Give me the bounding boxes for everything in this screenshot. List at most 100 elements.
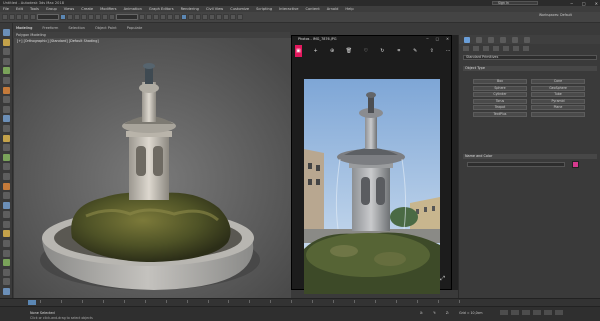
crop-icon[interactable]: ⌗ — [396, 47, 401, 55]
object-type-header[interactable]: Object Type — [463, 66, 597, 71]
menu-edit[interactable]: Edit — [16, 7, 23, 11]
pivot-icon[interactable] — [139, 14, 145, 20]
object-button-plane[interactable]: Plane — [531, 105, 585, 110]
more-icon[interactable]: ⋯ — [445, 47, 451, 55]
photos-maximize-button[interactable]: □ — [436, 37, 439, 41]
reference-coord-dropdown[interactable] — [116, 14, 138, 20]
menu-views[interactable]: Views — [64, 7, 74, 11]
object-button-teapot[interactable]: Teapot — [473, 105, 527, 110]
close-button[interactable]: ✕ — [595, 1, 598, 6]
photos-close-button[interactable]: ✕ — [446, 37, 449, 41]
scene-tool-icon[interactable] — [2, 278, 10, 286]
menu-create[interactable]: Create — [81, 7, 93, 11]
object-button-cone[interactable]: Cone — [531, 79, 585, 84]
placement-icon[interactable] — [109, 14, 115, 20]
object-button-box[interactable]: Box — [473, 79, 527, 84]
object-button-sphere[interactable]: Sphere — [473, 85, 527, 91]
scene-tool-icon[interactable] — [2, 57, 10, 65]
menu-civil-view[interactable]: Civil View — [206, 7, 223, 11]
ribbon-tab-object-paint[interactable]: Object Paint — [95, 26, 117, 30]
workspace-selector[interactable]: Workspaces: Default — [539, 13, 572, 17]
object-button-geosphere[interactable]: GeoSphere — [531, 85, 585, 91]
render-frame-icon[interactable] — [230, 14, 236, 20]
scene-tool-icon[interactable] — [2, 182, 10, 190]
scene-tool-icon[interactable] — [2, 67, 10, 75]
scene-tool-icon[interactable] — [2, 211, 10, 219]
menu-scripting[interactable]: Scripting — [256, 7, 272, 11]
expand-icon[interactable]: ⤢ — [440, 275, 445, 283]
schematic-icon[interactable] — [209, 14, 215, 20]
y-coord[interactable]: Y: — [433, 311, 436, 315]
spinner-snap-icon[interactable] — [167, 14, 173, 20]
link-icon[interactable] — [16, 14, 22, 20]
ribbon-tab-modeling[interactable]: Modeling — [16, 26, 32, 30]
scene-tool-icon[interactable] — [2, 163, 10, 171]
named-sets-icon[interactable] — [174, 14, 180, 20]
object-button-pyramid[interactable]: Pyramid — [531, 98, 585, 104]
set-key-button[interactable] — [511, 310, 519, 315]
favorite-icon[interactable]: ♡ — [363, 47, 368, 55]
bind-icon[interactable] — [30, 14, 36, 20]
scene-tool-icon[interactable] — [2, 240, 10, 248]
scene-tool-icon[interactable] — [2, 134, 10, 142]
scene-tool-icon[interactable] — [2, 288, 10, 296]
delete-icon[interactable]: 🗑 — [346, 47, 352, 55]
scene-tool-icon[interactable] — [2, 249, 10, 257]
scene-tool-icon[interactable] — [2, 230, 10, 238]
percent-snap-icon[interactable] — [160, 14, 166, 20]
time-slider[interactable] — [28, 300, 36, 305]
rect-select-icon[interactable] — [74, 14, 80, 20]
menu-modifiers[interactable]: Modifiers — [100, 7, 116, 11]
helpers-icon[interactable] — [503, 46, 509, 51]
scene-tool-icon[interactable] — [2, 105, 10, 113]
object-button-textplus[interactable]: TextPlus — [473, 111, 527, 117]
scene-tool-icon[interactable] — [2, 144, 10, 152]
layers-icon[interactable] — [195, 14, 201, 20]
menu-group[interactable]: Group — [46, 7, 57, 11]
snap-icon[interactable] — [146, 14, 152, 20]
move-icon[interactable] — [88, 14, 94, 20]
geometry-icon[interactable] — [463, 46, 469, 51]
render-setup-icon[interactable] — [223, 14, 229, 20]
viewport-label[interactable]: [+] [Orthographic] [Standard] [Default S… — [17, 39, 99, 43]
shapes-icon[interactable] — [473, 46, 479, 51]
scene-tool-icon[interactable] — [2, 124, 10, 132]
menu-interactive[interactable]: Interactive — [279, 7, 298, 11]
rotate-icon[interactable] — [95, 14, 101, 20]
zoom-icon[interactable]: ⊕ — [329, 47, 334, 55]
scene-tool-icon[interactable] — [2, 38, 10, 46]
menu-rendering[interactable]: Rendering — [181, 7, 199, 11]
scene-tool-icon[interactable] — [2, 48, 10, 56]
rotate-icon[interactable]: ↻ — [380, 47, 385, 55]
maximize-button[interactable]: □ — [582, 1, 586, 6]
scene-tool-icon[interactable] — [2, 76, 10, 84]
next-frame-button[interactable] — [544, 310, 552, 315]
scene-tool-icon[interactable] — [2, 259, 10, 267]
ribbon-tab-selection[interactable]: Selection — [68, 26, 85, 30]
menu-tools[interactable]: Tools — [30, 7, 39, 11]
motion-tab-icon[interactable] — [500, 36, 506, 43]
object-name-field[interactable] — [467, 162, 565, 167]
curve-editor-icon[interactable] — [202, 14, 208, 20]
menu-file[interactable]: File — [3, 7, 9, 11]
gallery-icon[interactable]: ▣ — [295, 45, 302, 57]
space-warps-icon[interactable] — [513, 46, 519, 51]
menu-customize[interactable]: Customize — [230, 7, 249, 11]
scene-tool-icon[interactable] — [2, 153, 10, 161]
viewport[interactable]: [+] [Orthographic] [Standard] [Default S… — [14, 38, 291, 298]
create-tab-icon[interactable] — [464, 36, 470, 43]
z-coord[interactable]: Z: — [446, 311, 449, 315]
menu-content[interactable]: Content — [305, 7, 319, 11]
window-crossing-icon[interactable] — [81, 14, 87, 20]
sign-in-field[interactable]: Sign In — [492, 1, 538, 5]
modify-tab-icon[interactable] — [476, 36, 482, 43]
scene-tool-icon[interactable] — [2, 268, 10, 276]
menu-help[interactable]: Help — [345, 7, 353, 11]
photos-minimize-button[interactable]: ─ — [426, 37, 428, 41]
object-button-empty[interactable] — [531, 111, 585, 117]
align-icon[interactable] — [188, 14, 194, 20]
select-object-icon[interactable] — [60, 14, 66, 20]
scene-tool-icon[interactable] — [2, 86, 10, 94]
scene-tool-icon[interactable] — [2, 96, 10, 104]
systems-icon[interactable] — [523, 46, 529, 51]
